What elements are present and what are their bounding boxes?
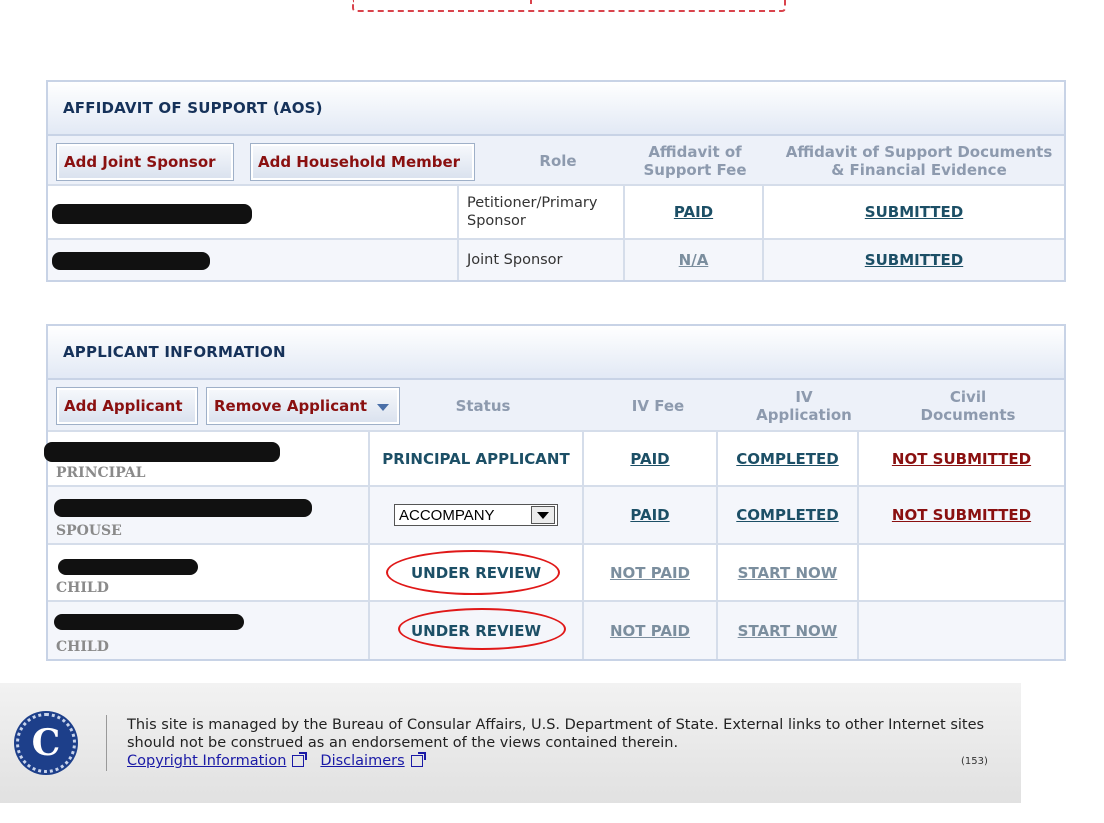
iv-fee-column-header: IV Fee bbox=[631, 397, 685, 415]
aos-role: Petitioner/Primary Sponsor bbox=[467, 195, 598, 229]
applicant-row: PRINCIPAL PRINCIPAL APPLICANT PAID COMPL… bbox=[44, 432, 1064, 487]
annotation-dashed-outline bbox=[352, 0, 786, 12]
applicant-toolbar: Add Applicant Remove Applicant Status IV… bbox=[48, 380, 1064, 432]
iv-application-link[interactable]: START NOW bbox=[738, 564, 838, 582]
applicant-status-select[interactable]: ACCOMPANY bbox=[394, 504, 558, 526]
applicant-panel-title: APPLICANT INFORMATION bbox=[63, 343, 286, 361]
applicant-row: CHILD UNDER REVIEW NOT PAID START NOW bbox=[48, 602, 1064, 659]
external-link-icon bbox=[292, 752, 308, 767]
relationship-label: SPOUSE bbox=[56, 523, 122, 539]
applicant-status: UNDER REVIEW bbox=[411, 563, 541, 582]
disclaimers-link[interactable]: Disclaimers bbox=[320, 752, 426, 770]
relationship-label: PRINCIPAL bbox=[56, 465, 146, 481]
footer-disclaimer-text: This site is managed by the Bureau of Co… bbox=[127, 717, 985, 751]
aos-toolbar: Add Joint Sponsor Add Household Member R… bbox=[48, 136, 1064, 186]
redacted-name-scribble bbox=[54, 614, 244, 630]
add-household-member-button[interactable]: Add Household Member bbox=[250, 143, 475, 181]
civil-documents-link[interactable]: NOT SUBMITTED bbox=[892, 450, 1031, 468]
iv-application-link[interactable]: START NOW bbox=[738, 622, 838, 640]
relationship-label: CHILD bbox=[56, 639, 109, 655]
seal-letter: C bbox=[31, 722, 61, 764]
add-joint-sponsor-button[interactable]: Add Joint Sponsor bbox=[56, 143, 234, 181]
aos-fee-link[interactable]: N/A bbox=[679, 251, 709, 269]
iv-application-link[interactable]: COMPLETED bbox=[736, 450, 838, 468]
aos-documents-link[interactable]: SUBMITTED bbox=[865, 203, 963, 221]
copyright-information-label: Copyright Information bbox=[127, 753, 287, 769]
relationship-label: CHILD bbox=[56, 580, 109, 596]
chevron-down-icon[interactable] bbox=[531, 506, 555, 524]
aos-panel-header: AFFIDAVIT OF SUPPORT (AOS) bbox=[48, 82, 1064, 136]
consular-affairs-seal-icon: C bbox=[16, 713, 76, 773]
disclaimers-label: Disclaimers bbox=[320, 753, 405, 769]
applicant-panel: APPLICANT INFORMATION Add Applicant Remo… bbox=[44, 324, 1066, 661]
remove-applicant-button[interactable]: Remove Applicant bbox=[206, 387, 400, 425]
redacted-name-scribble bbox=[58, 559, 198, 575]
aos-documents-column-header: Affidavit of Support Documents & Financi… bbox=[785, 143, 1053, 179]
civil-documents-column-header: Civil Documents bbox=[920, 388, 1016, 424]
external-link-icon bbox=[410, 752, 426, 767]
aos-row: Petitioner/Primary Sponsor PAID SUBMITTE… bbox=[48, 186, 1064, 240]
copyright-information-link[interactable]: Copyright Information bbox=[127, 752, 308, 770]
applicant-panel-header: APPLICANT INFORMATION bbox=[48, 326, 1064, 380]
status-column-header: Status bbox=[455, 397, 511, 415]
aos-documents-link[interactable]: SUBMITTED bbox=[865, 251, 963, 269]
iv-application-column-header: IV Application bbox=[756, 388, 852, 424]
role-column-header: Role bbox=[539, 152, 577, 170]
iv-fee-link[interactable]: NOT PAID bbox=[610, 622, 690, 640]
iv-application-link[interactable]: COMPLETED bbox=[736, 506, 838, 524]
applicant-status: UNDER REVIEW bbox=[411, 621, 541, 640]
applicant-row: SPOUSE ACCOMPANY PAID COMPLETED NOT SUBM… bbox=[48, 487, 1064, 545]
civil-documents-link[interactable]: NOT SUBMITTED bbox=[892, 506, 1031, 524]
iv-fee-link[interactable]: NOT PAID bbox=[610, 564, 690, 582]
aos-panel: AFFIDAVIT OF SUPPORT (AOS) Add Joint Spo… bbox=[46, 80, 1066, 282]
site-footer: C This site is managed by the Bureau of … bbox=[0, 683, 1021, 803]
aos-panel-title: AFFIDAVIT OF SUPPORT (AOS) bbox=[63, 99, 323, 117]
redacted-name-scribble bbox=[52, 204, 252, 224]
redacted-name-scribble bbox=[54, 499, 312, 517]
iv-fee-link[interactable]: PAID bbox=[630, 506, 669, 524]
select-value: ACCOMPANY bbox=[399, 506, 495, 524]
footer-divider bbox=[106, 715, 107, 771]
page-code: (153) bbox=[961, 756, 988, 767]
redacted-name-scribble bbox=[44, 442, 280, 462]
aos-role: Joint Sponsor bbox=[467, 252, 563, 268]
footer-links: Copyright Information Disclaimers bbox=[127, 752, 426, 770]
chevron-down-icon bbox=[377, 404, 389, 411]
aos-fee-link[interactable]: PAID bbox=[674, 203, 713, 221]
redacted-name-scribble bbox=[52, 252, 210, 270]
aos-row: Joint Sponsor N/A SUBMITTED bbox=[48, 240, 1064, 280]
remove-applicant-label: Remove Applicant bbox=[214, 397, 368, 415]
add-applicant-button[interactable]: Add Applicant bbox=[56, 387, 198, 425]
iv-fee-link[interactable]: PAID bbox=[630, 450, 669, 468]
applicant-status: PRINCIPAL APPLICANT bbox=[382, 449, 570, 468]
aos-fee-column-header: Affidavit of Support Fee bbox=[643, 143, 747, 179]
applicant-row: CHILD UNDER REVIEW NOT PAID START NOW bbox=[48, 545, 1064, 602]
